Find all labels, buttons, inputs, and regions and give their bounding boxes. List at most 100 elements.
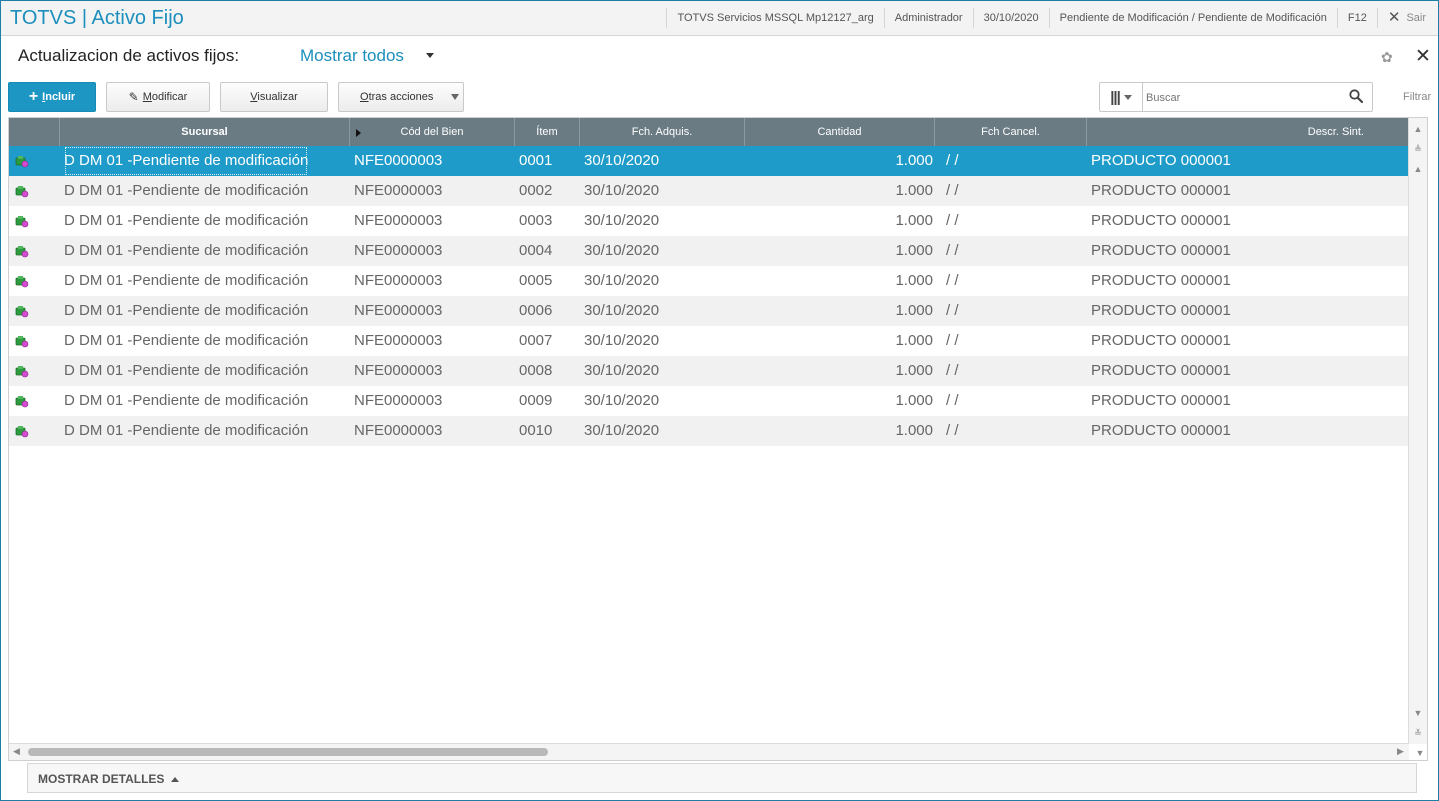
row-status-cell[interactable]: [11, 356, 31, 386]
cell-codigo[interactable]: NFE0000003: [354, 326, 442, 356]
cell-codigo[interactable]: NFE0000003: [354, 236, 442, 266]
column-header-item[interactable]: Ítem: [515, 118, 580, 146]
cell-sucursal[interactable]: D DM 01 -Pendiente de modificación: [64, 386, 308, 416]
cell-cancel[interactable]: / /: [946, 296, 959, 326]
table-row[interactable]: D DM 01 -Pendiente de modificación NFE000…: [9, 356, 1409, 386]
scroll-page-down-icon[interactable]: ≚: [1411, 726, 1425, 740]
cell-fecha[interactable]: 30/10/2020: [584, 266, 659, 296]
chevron-down-icon[interactable]: [426, 53, 434, 58]
table-row[interactable]: D DM 01 -Pendiente de modificación NFE000…: [9, 266, 1409, 296]
show-details-toggle[interactable]: MOSTRAR DETALLES: [38, 772, 180, 786]
scroll-left-icon[interactable]: ◀: [13, 746, 20, 757]
shortcut-label[interactable]: F12: [1336, 8, 1377, 28]
cell-item[interactable]: 0008: [519, 356, 552, 386]
cell-item[interactable]: 0007: [519, 326, 552, 356]
table-row[interactable]: D DM 01 -Pendiente de modificación NFE000…: [9, 416, 1409, 446]
environment-label[interactable]: TOTVS Servicios MSSQL Mp12127_arg: [666, 8, 883, 28]
scroll-top-icon[interactable]: ▲: [1411, 122, 1425, 136]
cell-codigo[interactable]: NFE0000003: [354, 206, 442, 236]
cell-cancel[interactable]: / /: [946, 206, 959, 236]
scroll-down-icon[interactable]: ▼: [1411, 706, 1425, 720]
cell-fecha[interactable]: 30/10/2020: [584, 236, 659, 266]
cell-descr[interactable]: PRODUCTO 000001: [1091, 176, 1231, 206]
row-status-cell[interactable]: [11, 206, 31, 236]
cell-descr[interactable]: PRODUCTO 000001: [1091, 296, 1231, 326]
column-header-descr[interactable]: Descr. Sint.: [1087, 118, 1409, 146]
filter-link[interactable]: Filtrar: [1403, 91, 1431, 103]
cell-cantidad[interactable]: 1.000: [746, 266, 933, 296]
cell-cancel[interactable]: / /: [946, 386, 959, 416]
cell-codigo[interactable]: NFE0000003: [354, 356, 442, 386]
cell-fecha[interactable]: 30/10/2020: [584, 326, 659, 356]
horizontal-scroll-thumb[interactable]: [28, 748, 548, 756]
table-row[interactable]: D DM 01 -Pendiente de modificación NFE000…: [9, 326, 1409, 356]
cell-descr[interactable]: PRODUCTO 000001: [1091, 416, 1231, 446]
cell-descr[interactable]: PRODUCTO 000001: [1091, 386, 1231, 416]
column-picker-button[interactable]: |||: [1100, 83, 1143, 111]
cell-item[interactable]: 0006: [519, 296, 552, 326]
cell-cantidad[interactable]: 1.000: [746, 236, 933, 266]
cell-codigo[interactable]: NFE0000003: [354, 266, 442, 296]
column-header-codigo[interactable]: Cód del Bien: [350, 118, 515, 146]
cell-item[interactable]: 0004: [519, 236, 552, 266]
branch-label[interactable]: Pendiente de Modificación / Pendiente de…: [1048, 8, 1337, 28]
cell-descr[interactable]: PRODUCTO 000001: [1091, 206, 1231, 236]
modify-button[interactable]: ✎ Modificar: [106, 82, 210, 112]
cell-fecha[interactable]: 30/10/2020: [584, 176, 659, 206]
cell-fecha[interactable]: 30/10/2020: [584, 206, 659, 236]
search-input[interactable]: [1144, 87, 1344, 109]
cell-descr[interactable]: PRODUCTO 000001: [1091, 236, 1231, 266]
row-status-cell[interactable]: [11, 326, 31, 356]
cell-cantidad[interactable]: 1.000: [746, 176, 933, 206]
cell-sucursal[interactable]: D DM 01 -Pendiente de modificación: [64, 206, 308, 236]
cell-codigo[interactable]: NFE0000003: [354, 296, 442, 326]
cell-codigo[interactable]: NFE0000003: [354, 416, 442, 446]
cell-cantidad[interactable]: 1.000: [746, 326, 933, 356]
cell-cancel[interactable]: / /: [946, 236, 959, 266]
cell-descr[interactable]: PRODUCTO 000001: [1091, 356, 1231, 386]
cell-cantidad[interactable]: 1.000: [746, 146, 933, 176]
column-header-cantidad[interactable]: Cantidad: [745, 118, 935, 146]
row-status-cell[interactable]: [11, 416, 31, 446]
table-row[interactable]: D DM 01 -Pendiente de modificación NFE000…: [9, 386, 1409, 416]
row-status-cell[interactable]: [11, 176, 31, 206]
cell-cantidad[interactable]: 1.000: [746, 416, 933, 446]
cell-cancel[interactable]: / /: [946, 326, 959, 356]
cell-sucursal[interactable]: D DM 01 -Pendiente de modificación: [64, 146, 308, 176]
scroll-page-up-icon[interactable]: ≜: [1411, 142, 1425, 156]
cell-cantidad[interactable]: 1.000: [746, 296, 933, 326]
cell-cantidad[interactable]: 1.000: [746, 206, 933, 236]
cell-sucursal[interactable]: D DM 01 -Pendiente de modificación: [64, 416, 308, 446]
column-header-cancel[interactable]: Fch Cancel.: [935, 118, 1087, 146]
date-label[interactable]: 30/10/2020: [972, 8, 1049, 28]
search-icon[interactable]: [1348, 88, 1364, 104]
row-status-cell[interactable]: [11, 266, 31, 296]
cell-fecha[interactable]: 30/10/2020: [584, 296, 659, 326]
table-row[interactable]: D DM 01 -Pendiente de modificación NFE000…: [9, 176, 1409, 206]
other-actions-button[interactable]: Otras acciones: [338, 82, 464, 112]
cell-sucursal[interactable]: D DM 01 -Pendiente de modificación: [64, 176, 308, 206]
row-status-cell[interactable]: [11, 146, 31, 176]
cell-fecha[interactable]: 30/10/2020: [584, 416, 659, 446]
column-header-status[interactable]: [9, 118, 60, 146]
cell-sucursal[interactable]: D DM 01 -Pendiente de modificación: [64, 266, 308, 296]
table-row[interactable]: D DM 01 -Pendiente de modificación NFE000…: [9, 146, 1409, 176]
gear-icon[interactable]: ✿: [1381, 49, 1393, 66]
cell-item[interactable]: 0010: [519, 416, 552, 446]
table-row[interactable]: D DM 01 -Pendiente de modificación NFE000…: [9, 236, 1409, 266]
close-icon[interactable]: ✕: [1415, 45, 1431, 68]
cell-cancel[interactable]: / /: [946, 146, 959, 176]
exit-button[interactable]: ✕ Sair: [1376, 8, 1438, 28]
table-row[interactable]: D DM 01 -Pendiente de modificación NFE000…: [9, 296, 1409, 326]
row-status-cell[interactable]: [11, 236, 31, 266]
cell-cantidad[interactable]: 1.000: [746, 356, 933, 386]
include-button[interactable]: + Incluir: [8, 82, 96, 112]
scroll-up-icon[interactable]: ▲: [1411, 162, 1425, 176]
cell-sucursal[interactable]: D DM 01 -Pendiente de modificación: [64, 356, 308, 386]
cell-sucursal[interactable]: D DM 01 -Pendiente de modificación: [64, 236, 308, 266]
cell-fecha[interactable]: 30/10/2020: [584, 356, 659, 386]
cell-cancel[interactable]: / /: [946, 176, 959, 206]
table-row[interactable]: D DM 01 -Pendiente de modificación NFE000…: [9, 206, 1409, 236]
cell-codigo[interactable]: NFE0000003: [354, 176, 442, 206]
vertical-scrollbar[interactable]: ▲ ≜ ▲ ▼ ≚: [1408, 118, 1427, 744]
